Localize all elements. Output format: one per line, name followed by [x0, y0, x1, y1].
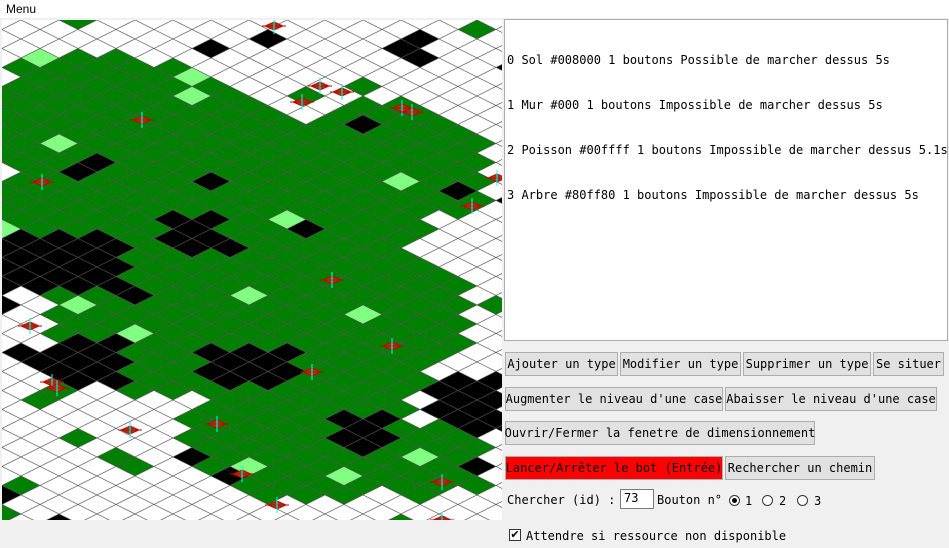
add-type-button[interactable]: Ajouter un type	[505, 352, 618, 376]
button-number-radio-1[interactable]	[729, 495, 740, 506]
radio-label-1: 1	[745, 494, 753, 508]
button-number-radio-3[interactable]	[797, 495, 808, 506]
wait-resource-checkbox[interactable]: ✔	[509, 529, 521, 541]
wait-resource-label: Attendre si ressource non disponible	[526, 529, 787, 543]
type-list[interactable]: 0 Sol #008000 1 boutons Possible de marc…	[504, 19, 948, 341]
raise-cell-button[interactable]: Augmenter le niveau d'une case	[505, 387, 723, 411]
menu-bar: Menu	[0, 0, 949, 18]
start-stop-bot-button[interactable]: Lancer/Arrêter le bot (Entrée)	[505, 456, 723, 480]
map-canvas[interactable]	[2, 20, 502, 520]
search-id-input[interactable]: 73	[620, 489, 654, 509]
edit-type-button[interactable]: Modifier un type	[620, 352, 741, 376]
type-list-item[interactable]: 1 Mur #000 1 boutons Impossible de march…	[507, 98, 945, 113]
lower-cell-button[interactable]: Abaisser le niveau d'une case	[725, 387, 937, 411]
button-number-label: Bouton n°	[657, 493, 723, 507]
toggle-resize-window-button[interactable]: Ouvrir/Fermer la fenetre de dimensionnem…	[505, 421, 815, 445]
isometric-map[interactable]	[2, 20, 502, 520]
radio-label-2: 2	[779, 494, 787, 508]
menu-item[interactable]: Menu	[6, 2, 36, 16]
find-path-button[interactable]: Rechercher un chemin	[725, 456, 875, 480]
button-number-radio-2[interactable]	[762, 495, 773, 506]
delete-type-button[interactable]: Supprimer un type	[743, 352, 871, 376]
search-id-label: Chercher (id) :	[507, 493, 616, 507]
type-list-item[interactable]: 0 Sol #008000 1 boutons Possible de marc…	[507, 53, 945, 68]
locate-button[interactable]: Se situer	[873, 352, 944, 376]
radio-label-3: 3	[814, 494, 822, 508]
type-list-item[interactable]: 3 Arbre #80ff80 1 boutons Impossible de …	[507, 188, 945, 203]
type-list-item[interactable]: 2 Poisson #00ffff 1 boutons Impossible d…	[507, 143, 948, 158]
